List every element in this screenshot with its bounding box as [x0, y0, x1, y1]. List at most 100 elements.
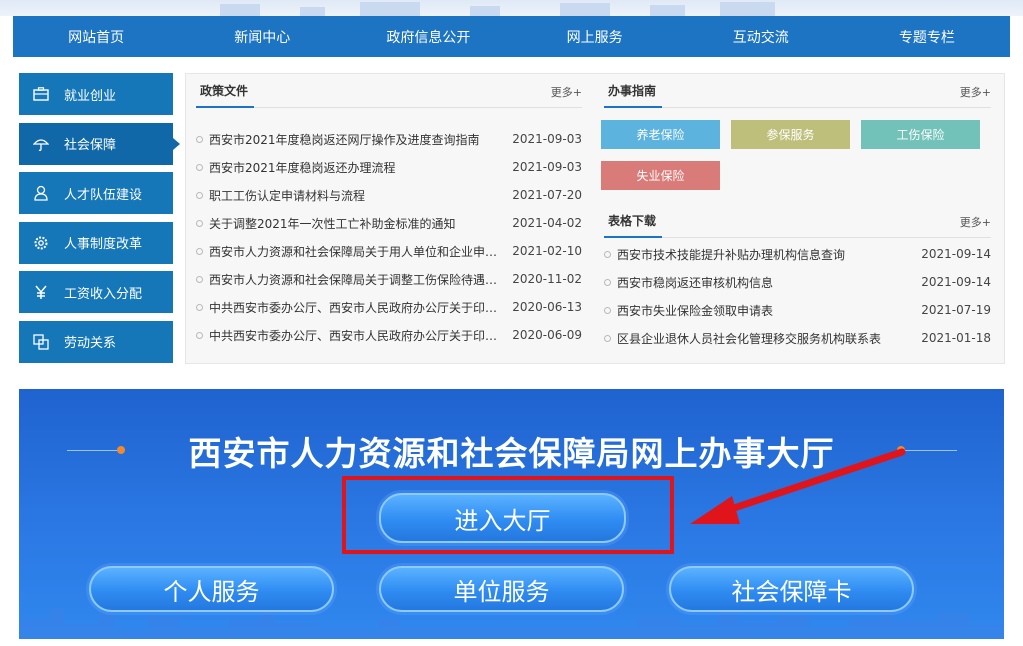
- tag-enrollment-service[interactable]: 参保服务: [731, 120, 850, 149]
- bullet-icon: [196, 275, 203, 283]
- gear-icon: [32, 234, 50, 252]
- skyline-decor: [650, 5, 685, 16]
- bullet-icon: [196, 219, 203, 227]
- list-item[interactable]: 职工工伤认定申请材料与流程 2021-07-20: [196, 181, 582, 209]
- bullet-icon: [196, 331, 203, 339]
- bullet-icon: [604, 278, 611, 286]
- tag-pension-insurance[interactable]: 养老保险: [601, 120, 720, 149]
- copy-icon: [32, 333, 50, 351]
- item-date: 2021-04-02: [512, 216, 582, 230]
- list-item[interactable]: 西安市2021年度稳岗返还网厅操作及进度查询指南 2021-09-03: [196, 125, 582, 153]
- item-date: 2021-09-03: [512, 132, 582, 146]
- bullet-icon: [196, 191, 203, 199]
- section-title: 办事指南: [604, 74, 663, 108]
- section-title: 政策文件: [196, 74, 255, 108]
- guide-tags: 养老保险 参保服务 工伤保险 失业保险: [601, 120, 991, 190]
- more-link[interactable]: 更多+: [960, 84, 991, 100]
- sidebar-item-employment[interactable]: 就业创业: [19, 73, 173, 115]
- sidebar-item-label: 工资收入分配: [64, 286, 143, 302]
- item-title: 西安市稳岗返还审核机构信息: [617, 275, 774, 290]
- annotation-highlight-box: [342, 476, 674, 554]
- bullet-icon: [604, 306, 611, 314]
- guide-section: 办事指南 更多+ 养老保险 参保服务 工伤保险 失业保险 表格下载 更多+ 西安…: [601, 74, 991, 352]
- item-date: 2020-06-13: [512, 300, 582, 314]
- item-title: 西安市人力资源和社会保障局关于调整工伤保险待遇标...: [209, 272, 506, 287]
- sidebar-item-social-security[interactable]: 社会保障: [19, 122, 180, 165]
- item-date: 2021-09-14: [921, 275, 991, 289]
- list-item[interactable]: 中共西安市委办公厅、西安市人民政府办公厅关于印发... 2020-06-13: [196, 293, 582, 321]
- list-item[interactable]: 西安市人力资源和社会保障局关于调整工伤保险待遇标... 2020-11-02: [196, 265, 582, 293]
- item-title: 西安市技术技能提升补贴办理机构信息查询: [617, 247, 846, 262]
- list-item[interactable]: 西安市技术技能提升补贴办理机构信息查询 2021-09-14: [604, 240, 991, 268]
- item-title: 西安市失业保险金领取申请表: [617, 303, 774, 318]
- bullet-icon: [196, 303, 203, 311]
- policy-section: 政策文件 更多+ 西安市2021年度稳岗返还网厅操作及进度查询指南 2021-09…: [196, 74, 582, 349]
- sidebar-item-label: 人事制度改革: [64, 237, 143, 252]
- skyline-decor: [470, 6, 500, 16]
- top-decor-strip: [0, 0, 1023, 16]
- nav-item-news[interactable]: 新闻中心: [179, 16, 345, 57]
- bullet-icon: [604, 250, 611, 258]
- sidebar-item-wages[interactable]: 工资收入分配: [19, 271, 173, 313]
- list-item[interactable]: 西安市失业保险金领取申请表 2021-07-19: [604, 296, 991, 324]
- sidebar-item-labor-relations[interactable]: 劳动关系: [19, 320, 173, 363]
- unit-service-button[interactable]: 单位服务: [379, 566, 624, 612]
- skyline-decor: [220, 4, 260, 16]
- item-title: 区县企业退休人员社会化管理移交服务机构联系表: [617, 331, 882, 346]
- nav-item-interaction[interactable]: 互动交流: [678, 16, 844, 57]
- skyline-decor: [720, 2, 775, 16]
- item-title: 关于调整2021年一次性工亡补助金标准的通知: [209, 216, 456, 231]
- social-security-card-button[interactable]: 社会保障卡: [669, 566, 914, 612]
- person-icon: [32, 184, 50, 202]
- item-date: 2021-07-20: [512, 188, 582, 202]
- nav-item-topics[interactable]: 专题专栏: [844, 16, 1010, 57]
- item-title: 西安市人力资源和社会保障局关于用人单位和企业申请...: [209, 244, 506, 259]
- more-link[interactable]: 更多+: [551, 84, 582, 100]
- sidebar-item-label: 社会保障: [64, 138, 117, 153]
- item-title: 职工工伤认定申请材料与流程: [209, 188, 366, 203]
- item-date: 2021-09-03: [512, 160, 582, 174]
- annotation-arrow-icon: [690, 448, 906, 524]
- item-date: 2021-02-10: [512, 244, 582, 258]
- list-item[interactable]: 西安市2021年度稳岗返还办理流程 2021-09-03: [196, 153, 582, 181]
- section-header: 办事指南 更多+: [604, 74, 991, 108]
- nav-item-online-service[interactable]: 网上服务: [512, 16, 678, 57]
- item-date: 2020-11-02: [512, 272, 582, 286]
- yen-icon: [32, 283, 50, 301]
- content-panel: 政策文件 更多+ 西安市2021年度稳岗返还网厅操作及进度查询指南 2021-09…: [185, 73, 1005, 364]
- forms-list: 西安市技术技能提升补贴办理机构信息查询 2021-09-14 西安市稳岗返还审核机…: [604, 240, 991, 352]
- policy-list: 西安市2021年度稳岗返还网厅操作及进度查询指南 2021-09-03 西安市20…: [196, 125, 582, 349]
- item-title: 中共西安市委办公厅、西安市人民政府办公厅关于印发...: [209, 300, 506, 315]
- skyline-decor: [360, 2, 420, 16]
- nav-item-home[interactable]: 网站首页: [13, 16, 179, 57]
- section-title: 表格下载: [604, 204, 663, 238]
- bullet-icon: [196, 135, 203, 143]
- list-item[interactable]: 区县企业退休人员社会化管理移交服务机构联系表 2021-01-18: [604, 324, 991, 352]
- section-header: 表格下载 更多+: [604, 204, 991, 238]
- bullet-icon: [196, 247, 203, 255]
- list-item[interactable]: 中共西安市委办公厅、西安市人民政府办公厅关于印发... 2020-06-09: [196, 321, 582, 349]
- item-date: 2021-07-19: [921, 303, 991, 317]
- active-indicator: [173, 137, 180, 150]
- item-title: 西安市2021年度稳岗返还网厅操作及进度查询指南: [209, 132, 480, 147]
- umbrella-icon: [32, 135, 50, 153]
- sidebar-item-personnel-reform[interactable]: 人事制度改革: [19, 221, 173, 264]
- sidebar-item-label: 劳动关系: [64, 336, 117, 351]
- item-title: 西安市2021年度稳岗返还办理流程: [209, 160, 396, 175]
- item-date: 2021-01-18: [921, 331, 991, 345]
- list-item[interactable]: 西安市人力资源和社会保障局关于用人单位和企业申请... 2021-02-10: [196, 237, 582, 265]
- list-item[interactable]: 西安市稳岗返还审核机构信息 2021-09-14: [604, 268, 991, 296]
- list-item[interactable]: 关于调整2021年一次性工亡补助金标准的通知 2021-04-02: [196, 209, 582, 237]
- skyline-decor: [560, 3, 610, 16]
- skyline-decor: [300, 7, 325, 16]
- sidebar-item-talent[interactable]: 人才队伍建设: [19, 172, 173, 214]
- item-date: 2020-06-09: [512, 328, 582, 342]
- more-link[interactable]: 更多+: [960, 214, 991, 230]
- tag-injury-insurance[interactable]: 工伤保险: [861, 120, 980, 149]
- nav-item-gov-info[interactable]: 政府信息公开: [345, 16, 511, 57]
- item-title: 中共西安市委办公厅、西安市人民政府办公厅关于印发...: [209, 328, 506, 343]
- sidebar: 就业创业 社会保障 人才队伍建设 人事制度改革 工资收入分配 劳动关系: [19, 73, 180, 370]
- personal-service-button[interactable]: 个人服务: [89, 566, 334, 612]
- item-date: 2021-09-14: [921, 247, 991, 261]
- tag-unemployment-insurance[interactable]: 失业保险: [601, 161, 720, 190]
